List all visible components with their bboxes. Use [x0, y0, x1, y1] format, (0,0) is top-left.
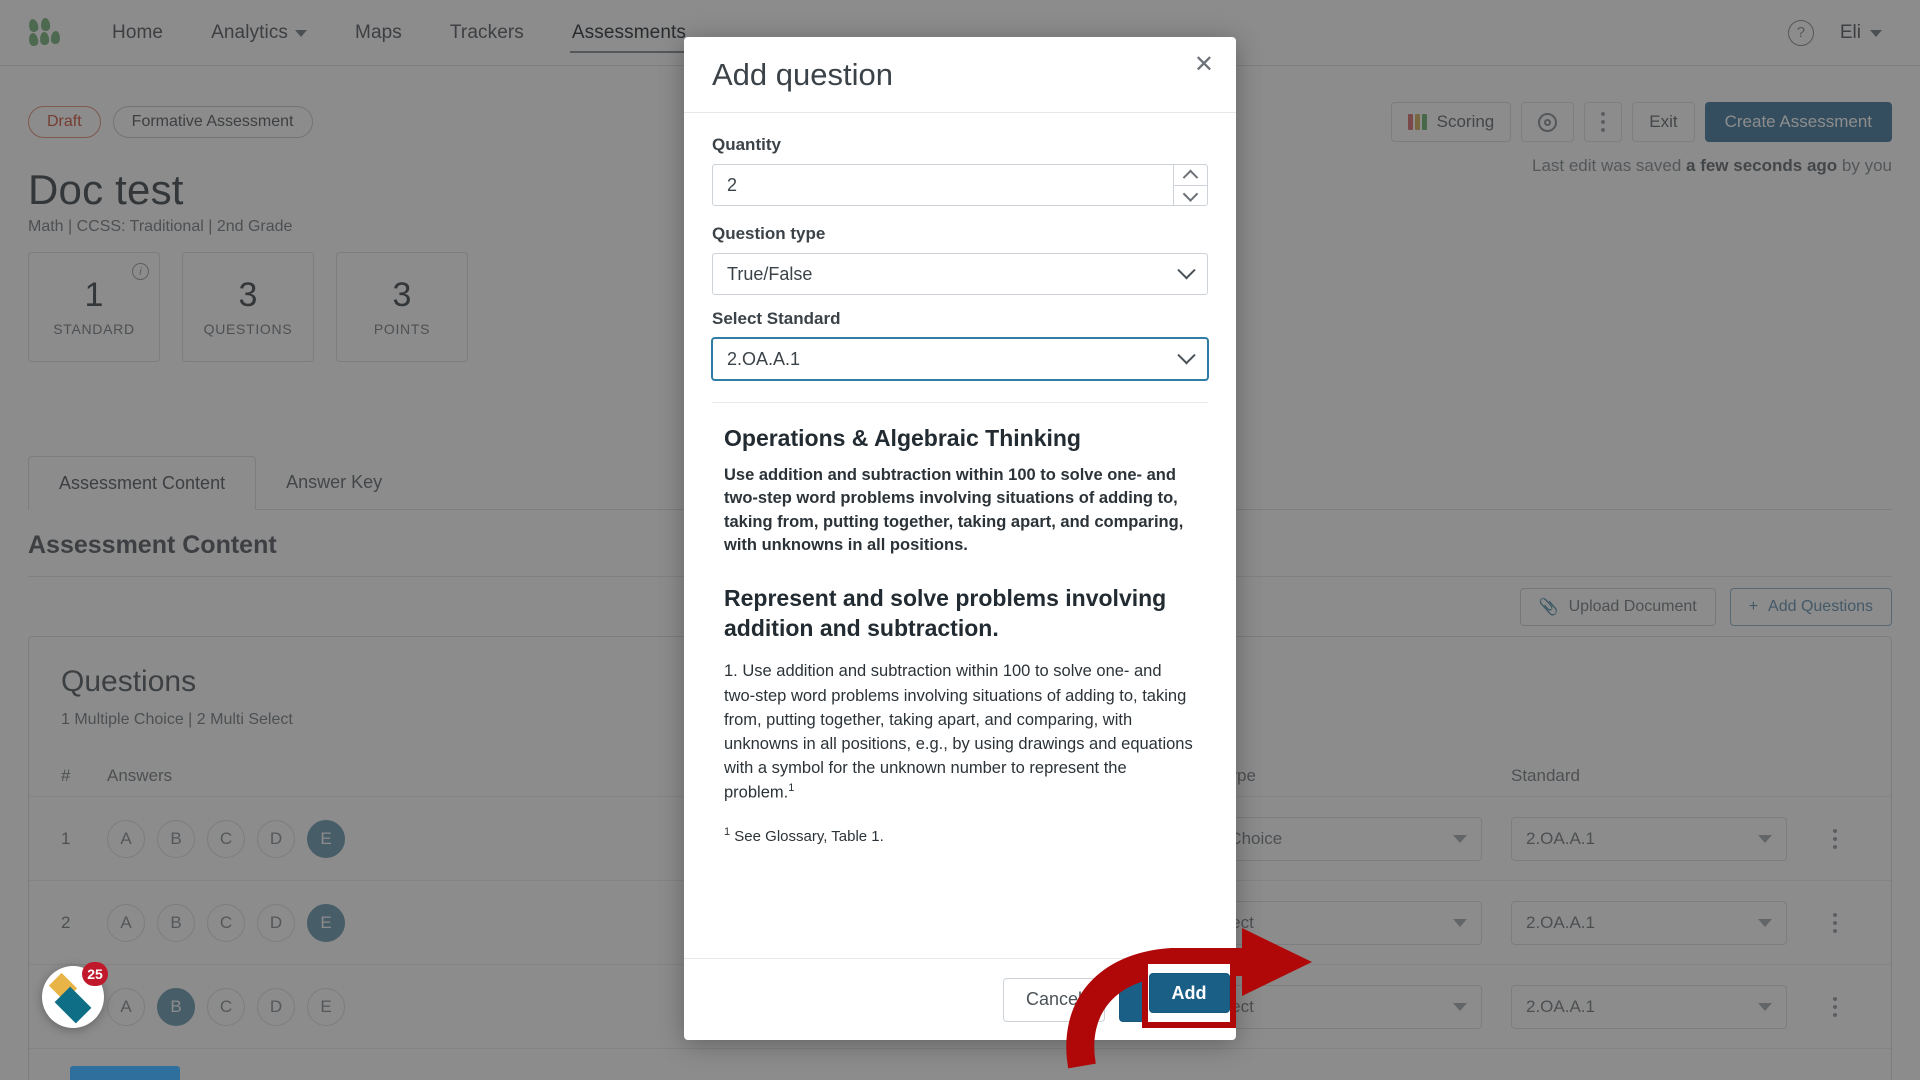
- modal-header: Add question ✕: [684, 37, 1236, 113]
- add-button-label: Add: [1171, 982, 1207, 1003]
- chat-widget-button[interactable]: 25: [42, 962, 108, 1028]
- standard-select[interactable]: 2.OA.A.1: [712, 338, 1208, 380]
- chat-unread-badge: 25: [82, 962, 108, 986]
- standard-footnote-ref: 1: [724, 826, 731, 839]
- standard-cluster-heading: Represent and solve problems involving a…: [724, 584, 1167, 641]
- standard-footnote: 1 See Glossary, Table 1.: [724, 826, 1196, 845]
- quantity-spinner: [1173, 165, 1207, 205]
- question-type-select[interactable]: True/False: [712, 253, 1208, 295]
- quantity-label: Quantity: [712, 135, 781, 154]
- standard-text: 1. Use addition and subtraction within 1…: [724, 659, 1196, 804]
- annotation-highlight-box: Add: [1142, 958, 1236, 1028]
- add-button[interactable]: Add: [1148, 973, 1230, 1013]
- standard-text-body: 1. Use addition and subtraction within 1…: [724, 662, 1193, 802]
- bottom-blue-strip: [70, 1066, 180, 1080]
- standard-domain-heading: Operations & Algebraic Thinking: [724, 425, 1081, 451]
- question-type-label: Question type: [712, 224, 826, 243]
- modal-body: Quantity Question type True/False Select…: [684, 113, 1236, 958]
- chevron-down-icon: [1177, 345, 1196, 364]
- standard-value: 2.OA.A.1: [727, 348, 801, 369]
- app-root: Home Analytics Maps Trackers Assessments…: [0, 0, 1920, 1080]
- chevron-up-icon: [1182, 169, 1199, 186]
- quantity-increment-button[interactable]: [1174, 165, 1207, 186]
- chevron-down-icon: [1182, 186, 1199, 202]
- standard-domain-summary: Use addition and subtraction within 100 …: [724, 466, 1184, 555]
- standard-detail-panel: Operations & Algebraic Thinking Use addi…: [712, 402, 1208, 958]
- close-icon[interactable]: ✕: [1194, 53, 1214, 77]
- quantity-input[interactable]: [713, 174, 1173, 196]
- quantity-decrement-button[interactable]: [1174, 184, 1207, 206]
- standard-footnote-marker: 1: [788, 781, 795, 794]
- modal-title: Add question: [712, 56, 893, 92]
- quantity-stepper[interactable]: [712, 164, 1208, 206]
- standard-footnote-text: See Glossary, Table 1.: [734, 828, 884, 846]
- question-type-value: True/False: [727, 263, 813, 284]
- select-standard-label: Select Standard: [712, 309, 841, 328]
- chevron-down-icon: [1177, 260, 1196, 279]
